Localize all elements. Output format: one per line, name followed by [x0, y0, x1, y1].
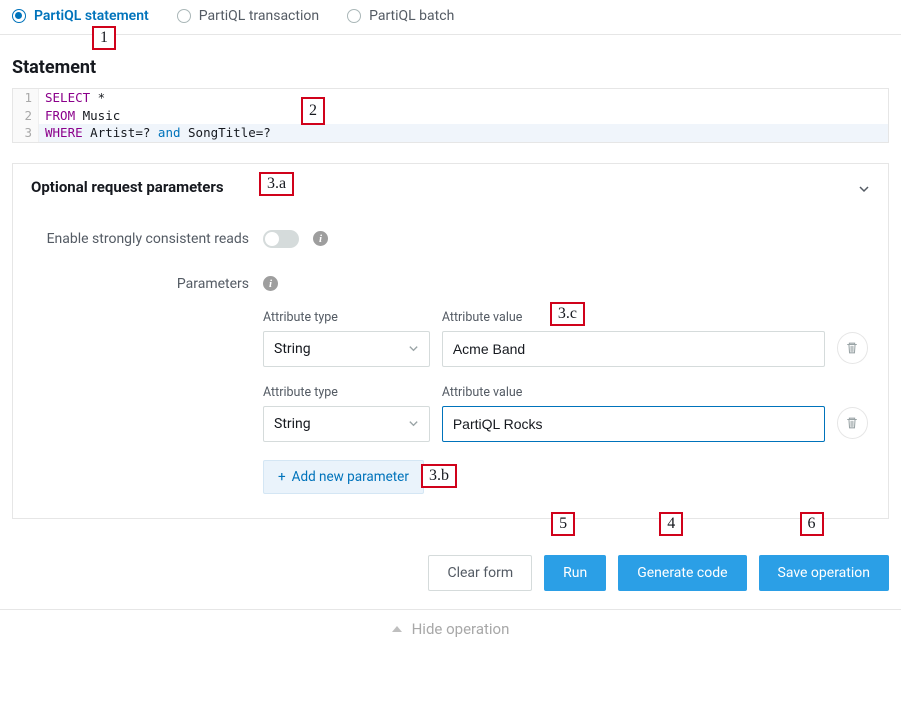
generate-code-label: Generate code: [637, 565, 727, 581]
optional-params-toggle[interactable]: Optional request parameters 3.a: [13, 164, 888, 210]
info-icon[interactable]: i: [313, 231, 328, 246]
line-number: 3: [13, 124, 39, 142]
code-line-2: FROM Music: [39, 107, 120, 125]
attribute-type-select[interactable]: String: [263, 406, 430, 442]
select-value: String: [274, 341, 311, 357]
partiql-code-editor[interactable]: 1 SELECT * 2 FROM Music 3 WHERE Artist=?…: [12, 88, 889, 143]
tab-partiql-transaction[interactable]: PartiQL transaction: [177, 8, 319, 24]
add-parameter-button[interactable]: + Add new parameter: [263, 460, 424, 494]
callout-3b: 3.b: [421, 464, 457, 488]
callout-4: 4: [659, 512, 683, 536]
tab-label: PartiQL transaction: [199, 8, 319, 24]
add-param-label: Add new parameter: [292, 469, 409, 485]
code-line-1: SELECT *: [39, 89, 105, 107]
collapse-up-icon: [392, 626, 402, 632]
line-number: 1: [13, 89, 39, 107]
attribute-type-label: Attribute type: [263, 385, 430, 400]
operation-type-tabs: PartiQL statement PartiQL transaction Pa…: [0, 0, 901, 35]
tab-label: PartiQL statement: [34, 8, 149, 24]
callout-3a: 3.a: [259, 172, 294, 196]
delete-parameter-button[interactable]: [837, 332, 868, 364]
tab-partiql-statement[interactable]: PartiQL statement: [12, 8, 149, 24]
save-operation-button[interactable]: Save operation 6: [759, 555, 889, 591]
chevron-down-icon: [408, 343, 419, 354]
tab-label: PartiQL batch: [369, 8, 454, 24]
trash-icon: [845, 341, 859, 355]
trash-icon: [845, 416, 859, 430]
statement-heading: Statement: [12, 57, 889, 78]
delete-parameter-button[interactable]: [837, 407, 868, 439]
attribute-type-select[interactable]: String: [263, 331, 430, 367]
attribute-value-input[interactable]: [442, 406, 825, 442]
radio-icon: [177, 9, 191, 23]
parameter-row: Attribute type String Attribute value: [263, 385, 868, 442]
action-bar: Clear form Run 5 Generate code 4 Save op…: [0, 531, 901, 609]
consistent-reads-toggle[interactable]: [263, 230, 299, 248]
code-line-3: WHERE Artist=? and SongTitle=?: [39, 124, 271, 142]
attribute-value-input[interactable]: [442, 331, 825, 367]
callout-5: 5: [551, 512, 575, 536]
radio-icon: [12, 9, 26, 23]
callout-1: 1: [92, 26, 116, 50]
run-label: Run: [563, 565, 587, 581]
save-operation-label: Save operation: [778, 565, 870, 581]
plus-icon: +: [278, 469, 286, 485]
hide-operation-label: Hide operation: [412, 620, 510, 638]
radio-icon: [347, 9, 361, 23]
generate-code-button[interactable]: Generate code 4: [618, 555, 746, 591]
chevron-down-icon: [408, 418, 419, 429]
parameter-row: Attribute type String Attribute value 3.…: [263, 310, 868, 367]
select-value: String: [274, 416, 311, 432]
attribute-type-label: Attribute type: [263, 310, 430, 325]
consistent-reads-label: Enable strongly consistent reads: [33, 231, 249, 247]
panel-title: Optional request parameters: [31, 178, 224, 196]
tab-partiql-batch[interactable]: PartiQL batch: [347, 8, 454, 24]
callout-3c: 3.c: [550, 302, 585, 326]
attribute-value-label: Attribute value: [442, 310, 825, 325]
line-number: 2: [13, 107, 39, 125]
chevron-down-icon: [858, 181, 870, 193]
hide-operation-button[interactable]: Hide operation: [0, 609, 901, 648]
run-button[interactable]: Run 5: [544, 555, 606, 591]
parameters-label: Parameters: [33, 276, 249, 292]
attribute-value-label: Attribute value: [442, 385, 825, 400]
callout-2: 2: [301, 97, 325, 125]
info-icon[interactable]: i: [263, 276, 278, 291]
callout-6: 6: [800, 512, 824, 536]
clear-form-button[interactable]: Clear form: [428, 555, 532, 591]
